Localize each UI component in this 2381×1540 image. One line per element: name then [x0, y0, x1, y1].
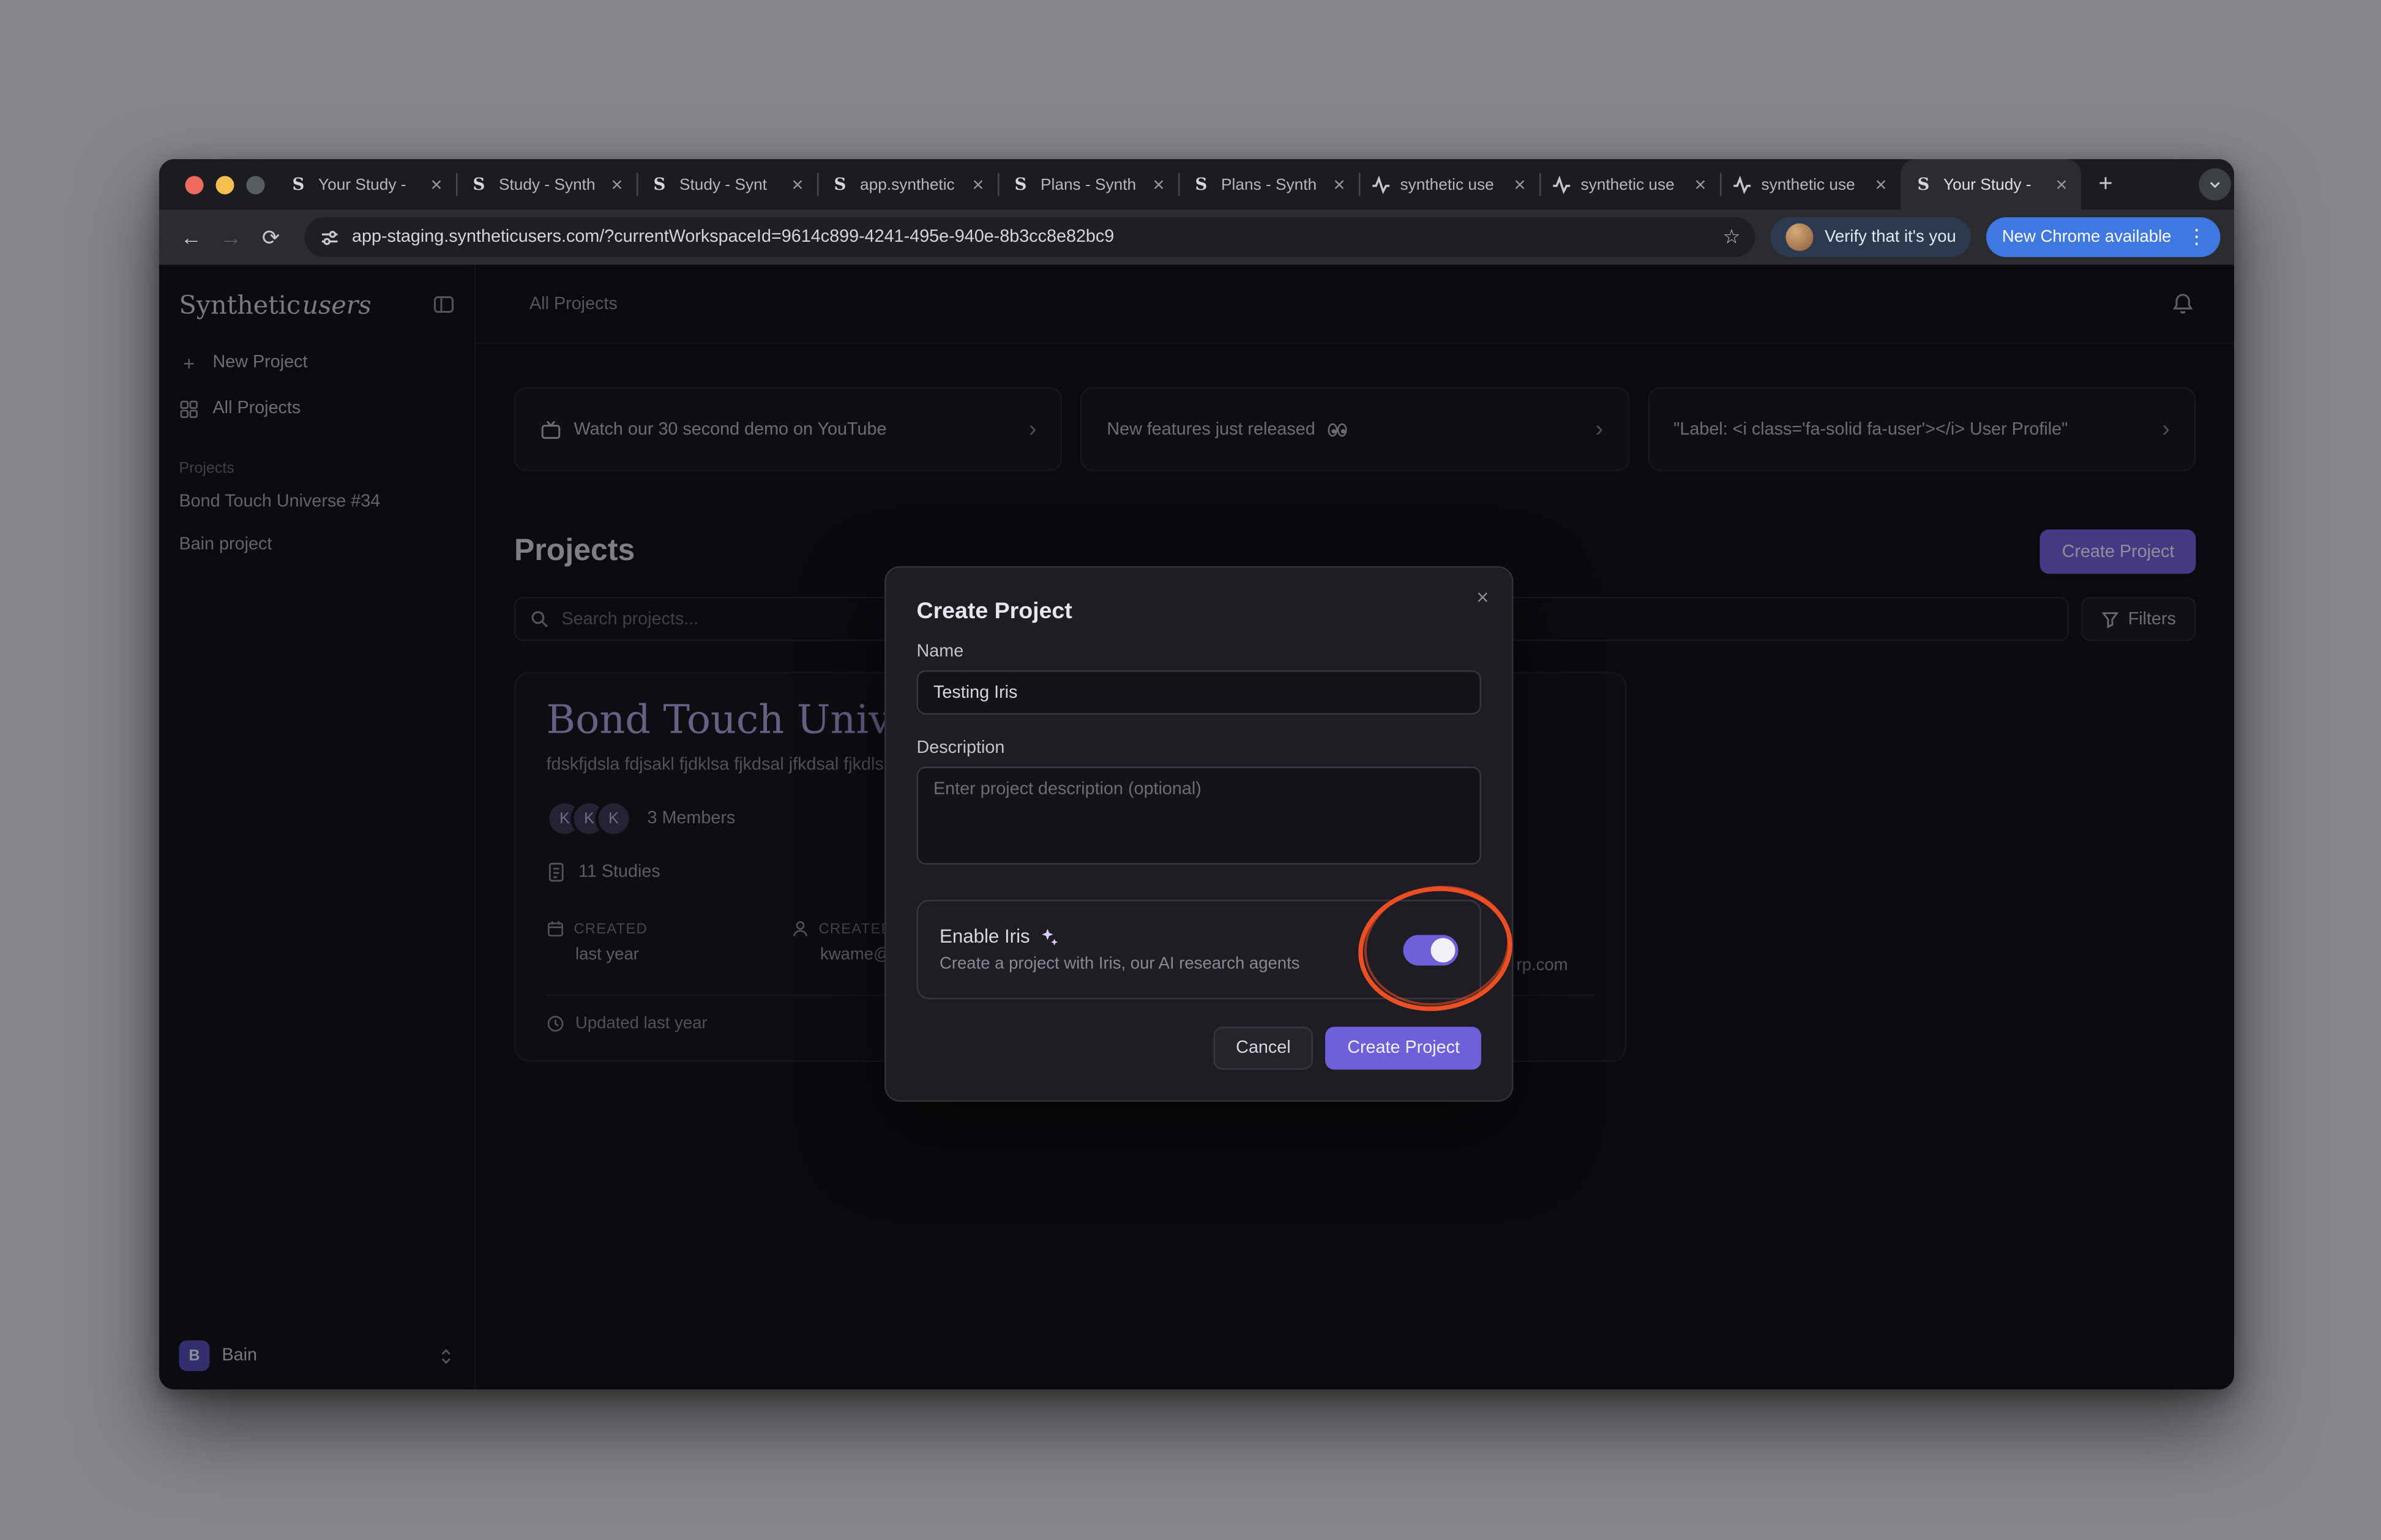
tab-close-icon[interactable]: ×: [429, 174, 444, 195]
tab-close-icon[interactable]: ×: [1693, 174, 1708, 195]
chrome-update-label: New Chrome available: [2002, 228, 2172, 247]
new-tab-button[interactable]: +: [2087, 167, 2124, 204]
tab-close-icon[interactable]: ×: [610, 174, 624, 195]
tab-close-icon[interactable]: ×: [2054, 174, 2069, 195]
profile-chip[interactable]: Verify that it's you: [1771, 217, 1972, 257]
iris-subtitle: Create a project with Iris, our AI resea…: [940, 955, 1299, 973]
forward-button[interactable]: →: [213, 219, 250, 256]
iris-title: Enable Iris: [940, 926, 1030, 948]
address-bar[interactable]: app-staging.syntheticusers.com/?currentW…: [305, 217, 1756, 257]
modal-actions: Cancel Create Project: [917, 1027, 1482, 1070]
tab-strip: S Your Study - × S Study - Synth × S Stu…: [159, 159, 2234, 210]
page-content: Syntheticusers + New Project All Proj: [159, 265, 2234, 1390]
tab-title: Your Study -: [1943, 175, 2045, 193]
waveform-favicon-icon: [1371, 174, 1391, 195]
browser-tab[interactable]: S Study - Synth ×: [456, 159, 637, 210]
tab-title: Your Study -: [318, 175, 420, 193]
tab-title: synthetic use: [1762, 175, 1865, 193]
syntheticusers-favicon-icon: S: [468, 174, 490, 195]
tab-title: Plans - Synth: [1041, 175, 1142, 193]
name-label: Name: [917, 643, 1482, 661]
tab-close-icon[interactable]: ×: [1332, 174, 1347, 195]
reload-button[interactable]: ⟳: [253, 219, 290, 256]
browser-window: S Your Study - × S Study - Synth × S Stu…: [159, 159, 2234, 1389]
macos-zoom-button[interactable]: [247, 175, 265, 193]
cancel-button[interactable]: Cancel: [1213, 1027, 1314, 1070]
browser-tab-active[interactable]: S Your Study - ×: [1901, 159, 2081, 210]
browser-tab[interactable]: synthetic use ×: [1720, 159, 1901, 210]
syntheticusers-favicon-icon: S: [288, 174, 309, 195]
syntheticusers-favicon-icon: S: [1190, 174, 1212, 195]
tab-close-icon[interactable]: ×: [1512, 174, 1527, 195]
syntheticusers-favicon-icon: S: [649, 174, 670, 195]
syntheticusers-favicon-icon: S: [829, 174, 851, 195]
browser-tab[interactable]: S app.synthetic ×: [817, 159, 998, 210]
tab-close-icon[interactable]: ×: [971, 174, 985, 195]
syntheticusers-favicon-icon: S: [1913, 174, 1934, 195]
tab-title: Study - Synt: [679, 175, 781, 193]
syntheticusers-favicon-icon: S: [1010, 174, 1031, 195]
tab-title: synthetic use: [1400, 175, 1504, 193]
browser-tab[interactable]: S Your Study - ×: [275, 159, 456, 210]
browser-menu-icon[interactable]: ⋮: [2182, 225, 2211, 250]
macos-close-button[interactable]: [185, 175, 204, 193]
browser-tab[interactable]: S Study - Synt ×: [637, 159, 817, 210]
create-project-modal: Create Project × Name Description Enable…: [884, 566, 1514, 1102]
tab-search-button[interactable]: [2199, 168, 2232, 201]
tab-list: S Your Study - × S Study - Synth × S Stu…: [275, 159, 2081, 210]
project-name-input[interactable]: [917, 670, 1482, 715]
close-icon[interactable]: ×: [1476, 586, 1489, 608]
tab-title: synthetic use: [1581, 175, 1684, 193]
macos-window-controls: [185, 175, 265, 193]
tab-close-icon[interactable]: ×: [1151, 174, 1166, 195]
iris-toggle[interactable]: [1404, 934, 1459, 965]
waveform-favicon-icon: [1732, 174, 1752, 195]
site-settings-icon[interactable]: [320, 227, 340, 247]
browser-tab[interactable]: S Plans - Synth ×: [998, 159, 1178, 210]
desktop: S Your Study - × S Study - Synth × S Stu…: [0, 0, 2381, 1540]
tab-close-icon[interactable]: ×: [1874, 174, 1888, 195]
browser-tab[interactable]: synthetic use ×: [1539, 159, 1720, 210]
tab-close-icon[interactable]: ×: [790, 174, 805, 195]
macos-minimize-button[interactable]: [216, 175, 234, 193]
back-button[interactable]: ←: [173, 219, 210, 256]
tab-title: Study - Synth: [499, 175, 600, 193]
modal-title: Create Project: [917, 599, 1482, 625]
project-description-textarea[interactable]: [917, 767, 1482, 865]
url-text: app-staging.syntheticusers.com/?currentW…: [352, 228, 1710, 247]
modal-create-project-button[interactable]: Create Project: [1326, 1027, 1481, 1070]
sparkles-icon: [1039, 927, 1060, 947]
browser-toolbar: ← → ⟳ app-staging.syntheticusers.com/?cu…: [159, 210, 2234, 265]
profile-avatar: [1787, 223, 1814, 251]
description-label: Description: [917, 739, 1482, 758]
tab-title: app.synthetic: [860, 175, 962, 193]
waveform-favicon-icon: [1552, 174, 1572, 195]
chrome-update-button[interactable]: New Chrome available ⋮: [1987, 217, 2221, 257]
browser-tab[interactable]: synthetic use ×: [1359, 159, 1539, 210]
profile-chip-label: Verify that it's you: [1825, 228, 1956, 247]
enable-iris-box: Enable Iris Create a project with Iris, …: [917, 900, 1482, 1000]
tab-title: Plans - Synth: [1221, 175, 1323, 193]
browser-tab[interactable]: S Plans - Synth ×: [1178, 159, 1359, 210]
bookmark-star-icon[interactable]: ☆: [1722, 225, 1740, 250]
toggle-knob: [1431, 937, 1456, 962]
chevron-down-icon: [2207, 176, 2224, 193]
